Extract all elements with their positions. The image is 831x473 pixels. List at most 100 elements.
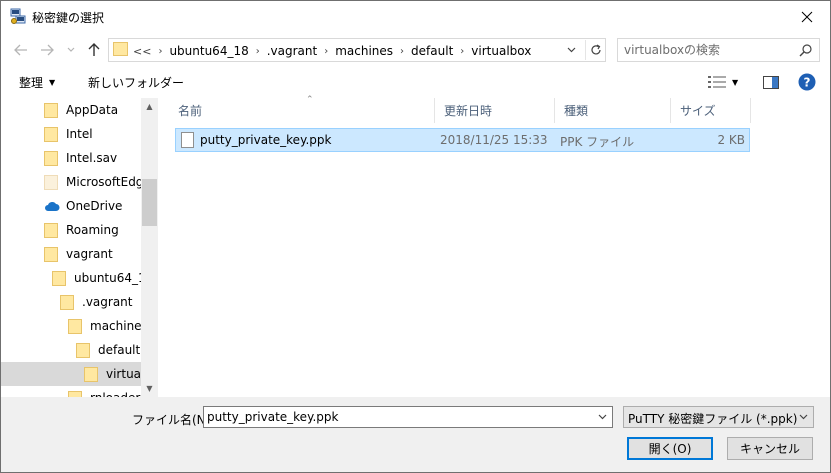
tree-item-selected[interactable]: virtualb — [1, 362, 152, 386]
tree-item[interactable]: ubuntu64_18 — [52, 266, 153, 290]
breadcrumb-item[interactable]: .vagrant — [267, 44, 317, 58]
new-folder-label: 新しいフォルダー — [88, 75, 185, 90]
column-header-date[interactable]: 更新日時 — [435, 98, 555, 123]
filename-dropdown-button[interactable] — [595, 410, 609, 424]
close-button[interactable] — [784, 1, 830, 32]
breadcrumb-separator-icon: › — [158, 45, 163, 57]
address-bar[interactable]: << › ubuntu64_18 › .vagrant › machines ›… — [108, 38, 606, 62]
tree-item[interactable]: default — [76, 338, 140, 362]
breadcrumb-separator-icon: › — [460, 45, 465, 57]
recent-locations-button[interactable] — [61, 40, 81, 60]
tree-item[interactable]: vagrant — [44, 242, 113, 266]
refresh-icon — [590, 44, 601, 55]
arrow-right-icon — [41, 44, 54, 56]
column-header-type[interactable]: 種類 — [555, 98, 671, 123]
folder-icon — [44, 102, 58, 118]
folder-icon — [44, 150, 58, 166]
column-header-label: 名前 — [178, 104, 203, 118]
column-header-label: 更新日時 — [444, 104, 493, 118]
breadcrumb-item[interactable]: ubuntu64_18 — [169, 44, 248, 58]
title-bar: 秘密鍵の選択 — [1, 1, 830, 32]
refresh-button[interactable] — [585, 40, 605, 60]
cancel-button-label: キャンセル — [739, 442, 800, 456]
file-type: PPK ファイル — [560, 135, 635, 149]
dialog-footer: ファイル名(N): PuTTY 秘密鍵ファイル (*.ppk) 開く(O) キャ… — [1, 397, 830, 472]
tree-scrollbar[interactable]: ▲ ▼ — [141, 98, 158, 397]
content-area: AppData Intel Intel.sav MicrosoftEdge On… — [1, 95, 830, 397]
new-folder-button[interactable]: 新しいフォルダー — [88, 72, 184, 92]
tree-item-label: default — [98, 343, 141, 357]
folder-icon — [84, 366, 98, 382]
close-icon — [801, 11, 813, 22]
scroll-up-icon[interactable]: ▲ — [141, 98, 158, 115]
navigation-bar: << › ubuntu64_18 › .vagrant › machines ›… — [1, 36, 830, 64]
tree-item[interactable]: AppData — [44, 98, 118, 122]
folder-icon — [68, 318, 82, 334]
breadcrumb: << › ubuntu64_18 › .vagrant › machines ›… — [133, 43, 531, 59]
preview-pane-button[interactable] — [763, 72, 779, 92]
up-button[interactable] — [84, 40, 104, 60]
file-name: putty_private_key.ppk — [200, 133, 332, 147]
address-history-button[interactable] — [563, 42, 579, 58]
tree-item-label: .vagrant — [82, 295, 133, 309]
column-header-label: 種類 — [564, 104, 589, 118]
column-header-size[interactable]: サイズ — [671, 98, 751, 123]
breadcrumb-overflow[interactable]: << — [133, 45, 151, 58]
command-bar: 整理 ▼ 新しいフォルダー ▼ ? — [1, 68, 830, 96]
view-options-button[interactable]: ▼ — [708, 72, 738, 92]
column-header-name[interactable]: ⌃ 名前 — [169, 95, 435, 123]
filetype-select[interactable]: PuTTY 秘密鍵ファイル (*.ppk) — [623, 406, 814, 428]
forward-button[interactable] — [37, 40, 57, 60]
file-size: 2 KB — [717, 133, 745, 147]
open-button[interactable]: 開く(O) — [627, 437, 713, 460]
navigation-pane[interactable]: AppData Intel Intel.sav MicrosoftEdge On… — [1, 98, 158, 397]
tree-item[interactable]: machines — [68, 314, 148, 338]
chevron-down-icon — [67, 47, 75, 52]
search-input[interactable] — [624, 42, 794, 58]
tree-item-label: Intel — [66, 127, 93, 141]
preview-pane-icon — [763, 75, 779, 89]
folder-icon — [52, 270, 66, 286]
organize-label: 整理 — [19, 75, 44, 90]
filename-input[interactable] — [207, 409, 587, 425]
breadcrumb-item[interactable]: virtualbox — [471, 44, 531, 58]
tree-item[interactable]: MicrosoftEdge — [44, 170, 151, 194]
caret-down-icon: ▼ — [49, 77, 56, 87]
tree-item-label: machines — [90, 319, 148, 333]
window-title: 秘密鍵の選択 — [32, 11, 105, 25]
folder-icon — [76, 342, 90, 358]
arrow-up-icon — [88, 43, 100, 56]
scrollbar-thumb[interactable] — [142, 179, 157, 226]
search-box[interactable] — [617, 38, 820, 62]
chevron-down-icon — [567, 47, 575, 53]
breadcrumb-separator-icon: › — [324, 45, 329, 57]
folder-icon — [113, 42, 128, 56]
file-row[interactable]: putty_private_key.ppk 2018/11/25 15:33 P… — [175, 128, 750, 152]
cancel-button[interactable]: キャンセル — [727, 437, 813, 460]
tree-item[interactable]: Intel — [44, 122, 93, 146]
scroll-down-icon[interactable]: ▼ — [141, 380, 158, 397]
file-dialog: 秘密鍵の選択 << › ubuntu64_18 › .vagrant › mac… — [0, 0, 831, 473]
search-icon[interactable] — [799, 43, 813, 57]
svg-text:?: ? — [804, 76, 811, 90]
folder-icon — [44, 126, 58, 142]
filetype-value: PuTTY 秘密鍵ファイル (*.ppk) — [628, 412, 798, 426]
organize-button[interactable]: 整理 ▼ — [19, 72, 55, 92]
tree-item[interactable]: Intel.sav — [44, 146, 117, 170]
back-button[interactable] — [11, 40, 31, 60]
tree-item[interactable]: .vagrant — [60, 290, 132, 314]
breadcrumb-item[interactable]: machines — [335, 44, 393, 58]
filename-combobox[interactable] — [203, 406, 613, 428]
tree-item[interactable]: Roaming — [44, 218, 119, 242]
help-button[interactable]: ? — [798, 72, 816, 92]
folder-icon — [60, 294, 74, 310]
tree-item[interactable]: rnloader — [68, 386, 140, 397]
breadcrumb-item[interactable]: default — [411, 44, 453, 58]
file-date: 2018/11/25 15:33 — [440, 133, 548, 147]
sort-ascending-icon: ⌃ — [306, 95, 314, 105]
breadcrumb-separator-icon: › — [255, 45, 260, 57]
tree-item[interactable]: OneDrive — [44, 194, 122, 218]
tree-item-label: OneDrive — [66, 199, 123, 213]
file-list[interactable]: ⌃ 名前 更新日時 種類 サイズ putty_private_key.ppk 2… — [161, 95, 830, 397]
tree-item-label: vagrant — [66, 247, 113, 261]
